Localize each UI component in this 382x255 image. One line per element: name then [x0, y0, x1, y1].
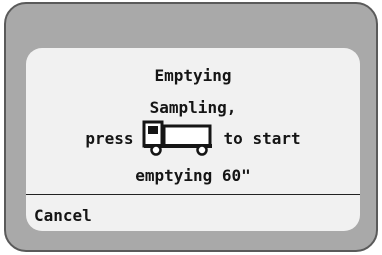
message-line-1: Sampling, [149, 98, 237, 117]
message-press-text: press [85, 129, 134, 148]
truck-icon [142, 120, 212, 156]
device-frame: Emptying Sampling, press to start emptyi… [4, 2, 378, 252]
softkey-divider [26, 194, 360, 195]
display-screen: Emptying Sampling, press to start emptyi… [26, 48, 360, 231]
message-line-3: emptying 60" [135, 166, 251, 185]
dialog-title: Emptying [154, 66, 232, 85]
message-to-start-text: to start [223, 129, 301, 148]
cancel-softkey[interactable]: Cancel [34, 206, 92, 226]
message-line-2: press to start [26, 120, 360, 156]
